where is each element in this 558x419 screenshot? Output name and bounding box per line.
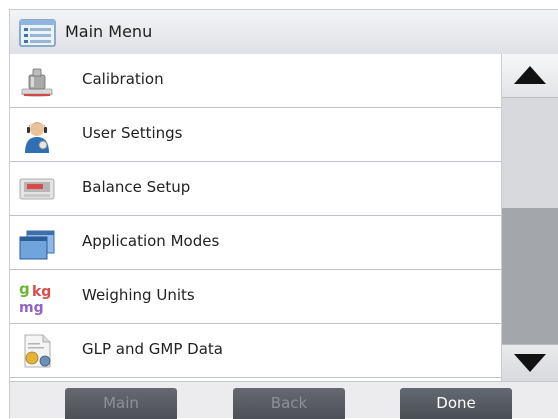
menu-item-balance-setup[interactable]: Balance Setup [10,162,501,216]
scroll-up-button[interactable] [502,54,558,98]
unit-g-glyph: g [19,280,30,298]
user-settings-person-icon [25,122,49,153]
menu-scrollbar[interactable] [501,54,558,381]
weighing-units-icon: g kg mg [19,280,51,315]
footer-bar: Main Back Done [9,381,558,419]
menu-item-weighing-units[interactable]: g kg mg Weighing Units [10,270,501,324]
application-modes-windows-icon [19,230,55,260]
page-title: Main Menu [65,22,153,41]
scroll-down-button[interactable] [502,344,558,381]
calibration-weight-icon [21,68,53,97]
menu-item-user-settings[interactable]: User Settings [10,108,501,162]
menu-item-application-modes[interactable]: Application Modes [10,216,501,270]
menu-item-label: Calibration [82,70,164,88]
menu-item-label: Weighing Units [82,286,195,304]
main-menu-list-icon [19,19,56,47]
scroll-thumb[interactable] [502,208,558,344]
glp-gmp-document-icon [24,334,51,368]
balance-setup-icon [19,178,55,200]
menu-item-glp-gmp-data[interactable]: GLP and GMP Data [10,324,501,378]
menu-item-calibration[interactable]: Calibration [10,54,501,108]
title-bar: Main Menu [9,9,558,54]
scroll-track[interactable] [502,98,558,208]
menu-item-label: User Settings [82,124,183,142]
unit-kg-glyph: kg [32,284,51,300]
menu-item-label: Application Modes [82,232,220,250]
main-menu-list: Calibration User Settings Balance Setup [9,54,501,381]
menu-item-label: GLP and GMP Data [82,340,223,358]
scroll-up-arrow-icon [514,66,546,84]
unit-mg-glyph: mg [19,300,44,315]
menu-item-label: Balance Setup [82,178,191,196]
back-button[interactable]: Back [233,388,345,419]
main-button[interactable]: Main [65,388,177,419]
done-button[interactable]: Done [400,388,512,419]
scroll-down-arrow-icon [514,354,546,372]
